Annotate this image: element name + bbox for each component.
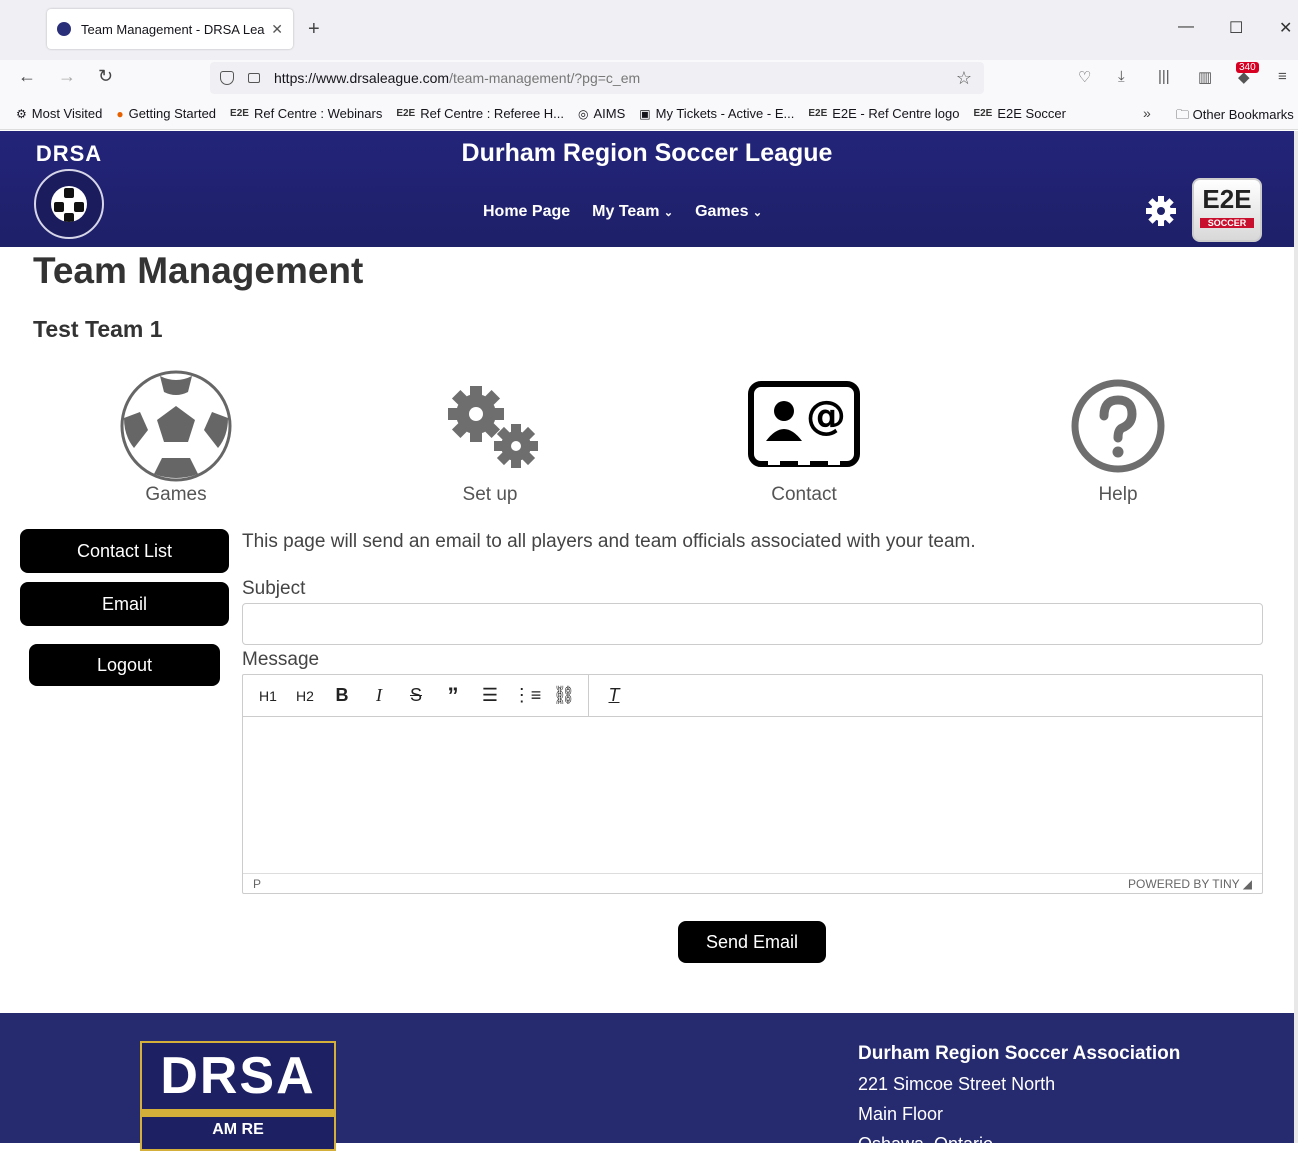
drsa-crest-icon [34, 169, 104, 239]
subject-label: Subject [242, 578, 306, 599]
notification-badge: 340 [1236, 62, 1259, 73]
pocket-icon[interactable]: ♡ [1078, 68, 1091, 86]
browser-tab-strip: Team Management - DRSA Lea ✕ + — ☐ ✕ [0, 0, 1298, 60]
gear-icon: ⚙ [16, 106, 27, 121]
tickets-icon: ▣ [639, 106, 651, 121]
nav-games[interactable]: Games ⌄ [695, 203, 762, 221]
resize-handle-icon[interactable]: ◢ [1243, 877, 1252, 891]
feature-games[interactable]: Games [86, 370, 266, 506]
nav-my-team[interactable]: My Team ⌄ [592, 203, 673, 221]
bookmark-ref-referee[interactable]: E2E Ref Centre : Referee H... [396, 106, 564, 121]
site-title: Durham Region Soccer League [461, 139, 833, 167]
bookmarks-toolbar: ⚙ Most Visited ● Getting Started E2E Ref Ce… [0, 98, 1298, 130]
send-email-button[interactable]: Send Email [678, 921, 826, 963]
tab-title: Team Management - DRSA Lea [81, 21, 265, 37]
link-icon[interactable]: ⛓ [549, 681, 579, 711]
message-label: Message [242, 649, 320, 670]
other-bookmarks[interactable]: 🗀 Other Bookmarks [1176, 106, 1294, 128]
e2e-icon: E2E [973, 108, 993, 119]
bookmark-my-tickets[interactable]: ▣ My Tickets - Active - E... [639, 106, 794, 121]
globe-icon: ◎ [578, 106, 589, 121]
italic-icon[interactable]: I [364, 681, 394, 711]
clear-format-icon[interactable]: T [599, 681, 629, 711]
site-footer: DRSA AM RE Durham Region Soccer Associat… [0, 1013, 1294, 1154]
strikethrough-icon[interactable]: S [401, 681, 431, 711]
logout-button[interactable]: Logout [29, 644, 220, 686]
bookmark-ref-webinars[interactable]: E2E Ref Centre : Webinars [230, 106, 382, 121]
bookmark-most-visited[interactable]: ⚙ Most Visited [16, 106, 102, 121]
browser-tab[interactable]: Team Management - DRSA Lea ✕ [47, 9, 293, 49]
back-icon[interactable]: ← [18, 66, 36, 87]
blockquote-icon[interactable]: ” [438, 681, 468, 711]
help-question-icon [1071, 379, 1165, 473]
close-window-icon[interactable]: ✕ [1279, 18, 1292, 38]
close-tab-icon[interactable]: ✕ [271, 21, 283, 38]
gears-icon [448, 386, 538, 468]
intro-text: This page will send an email to all play… [242, 531, 976, 552]
nav-home-page[interactable]: Home Page [483, 203, 570, 221]
numbered-list-icon[interactable]: ⋮≡ [512, 681, 542, 711]
site-favicon-icon [57, 22, 71, 36]
toolbar-separator [588, 674, 589, 717]
svg-text:@: @ [806, 393, 846, 439]
url-path: /team-management/?pg=c_em [449, 70, 641, 86]
feature-setup[interactable]: Set up [400, 370, 580, 506]
feature-help[interactable]: Help [1028, 370, 1208, 506]
menu-icon[interactable]: ≡ [1278, 68, 1287, 85]
heading2-button[interactable]: H2 [290, 681, 320, 711]
firefox-icon: ● [116, 106, 124, 121]
powered-by-tiny[interactable]: POWERED BY TINY ◢ [1128, 877, 1252, 891]
footer-address: Durham Region Soccer Association 221 Sim… [858, 1043, 1181, 1154]
e2e-icon: E2E [396, 108, 416, 119]
team-name: Test Team 1 [33, 316, 163, 342]
bookmark-e2e-soccer[interactable]: E2E E2E Soccer [973, 106, 1066, 121]
footer-drsa-logo: DRSA AM RE [140, 1041, 336, 1151]
tracking-shield-icon[interactable] [220, 71, 234, 85]
e2e-icon: E2E [230, 108, 249, 119]
page-scrollbar[interactable] [1294, 131, 1298, 1143]
chevron-down-icon: ⌄ [663, 207, 674, 219]
site-header: DRSA Durham Region Soccer League Home Pa… [0, 131, 1294, 247]
forward-icon[interactable]: → [58, 66, 76, 87]
soccer-ball-icon [120, 370, 232, 482]
bookmark-aims[interactable]: ◎ AIMS [578, 106, 625, 121]
main-nav: Home Page My Team ⌄ Games ⌄ [483, 203, 762, 221]
lock-icon[interactable] [248, 73, 260, 83]
url-host: https://www.drsaleague.com [274, 70, 450, 86]
e2e-soccer-logo[interactable]: E2E SOCCER [1192, 178, 1262, 242]
page-title: Team Management [33, 250, 364, 291]
settings-gear-icon[interactable] [1145, 195, 1177, 227]
editor-path: P [253, 876, 262, 891]
bookmarks-overflow-icon[interactable]: » [1143, 105, 1151, 121]
url-bar[interactable]: https://www.drsaleague.com/team-manageme… [210, 62, 984, 94]
downloads-icon[interactable]: ⤓ [1118, 68, 1125, 85]
editor-statusbar: P POWERED BY TINY ◢ [243, 873, 1262, 893]
subject-input[interactable] [242, 603, 1263, 645]
new-tab-icon[interactable]: + [308, 18, 320, 41]
soccer-ball-icon [51, 186, 87, 222]
reload-icon[interactable]: ↻ [98, 66, 113, 87]
message-editor: H1 H2 B I S ” ☰ ⋮≡ ⛓ T P POWERED BY TINY… [242, 674, 1263, 894]
contact-card-icon: @ [748, 381, 860, 467]
bookmark-star-icon[interactable]: ☆ [956, 68, 972, 89]
sidebar-icon[interactable]: ▥ [1198, 68, 1212, 86]
minimize-icon[interactable]: — [1178, 18, 1194, 36]
heading1-button[interactable]: H1 [253, 681, 283, 711]
contact-list-button[interactable]: Contact List [20, 529, 229, 573]
bookmark-e2e-ref-logo[interactable]: E2E E2E - Ref Centre logo [808, 106, 959, 121]
editor-body[interactable] [243, 717, 1262, 873]
library-icon[interactable]: ||| [1158, 68, 1170, 85]
bold-icon[interactable]: B [327, 681, 357, 711]
url-text[interactable]: https://www.drsaleague.com/team-manageme… [274, 70, 640, 86]
chevron-down-icon: ⌄ [752, 207, 763, 219]
email-button[interactable]: Email [20, 582, 229, 626]
editor-toolbar: H1 H2 B I S ” ☰ ⋮≡ ⛓ T [243, 674, 1262, 717]
e2e-icon: E2E [808, 108, 828, 119]
bullet-list-icon[interactable]: ☰ [475, 681, 505, 711]
bookmark-getting-started[interactable]: ● Getting Started [116, 106, 216, 121]
maximize-icon[interactable]: ☐ [1229, 18, 1243, 38]
feature-contact[interactable]: @ Contact [714, 370, 894, 506]
